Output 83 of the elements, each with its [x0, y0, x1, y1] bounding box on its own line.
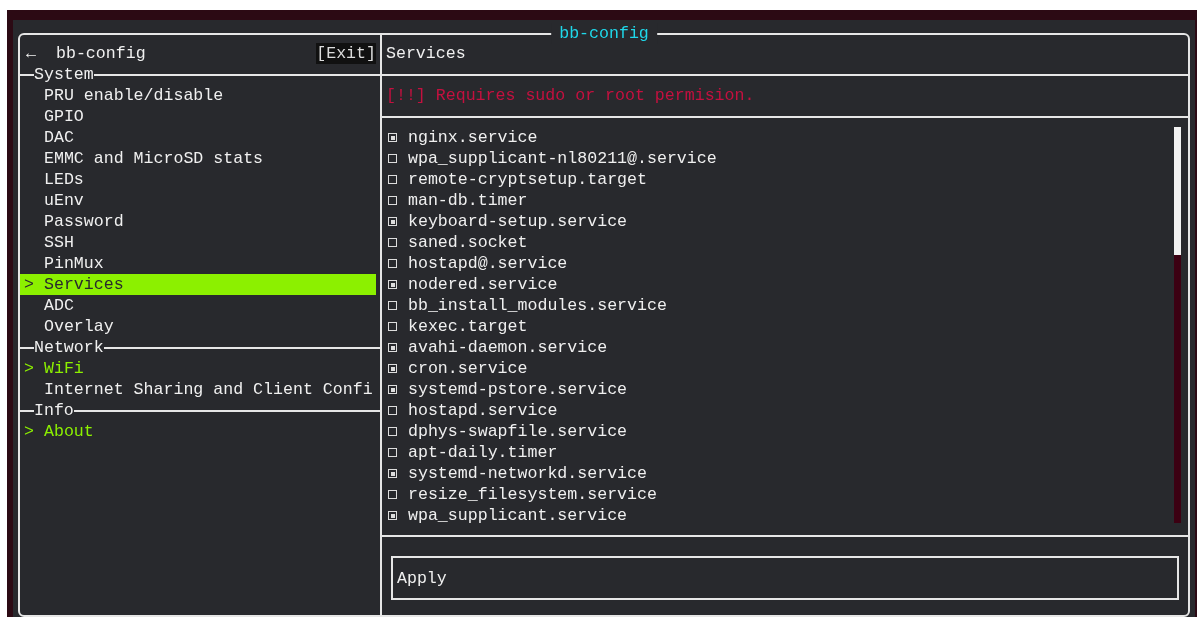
service-name: hostapd@.service — [408, 253, 568, 274]
menu-item[interactable]: DAC — [20, 127, 376, 148]
checkbox[interactable] — [388, 385, 397, 394]
service-name: wpa_supplicant.service — [408, 505, 628, 526]
group-heading: Info — [34, 400, 74, 421]
menu-item[interactable]: PinMux — [20, 253, 376, 274]
service-item[interactable]: hostapd@.service — [382, 253, 1188, 274]
checkbox[interactable] — [388, 154, 397, 163]
service-name: systemd-networkd.service — [408, 463, 647, 484]
service-name: systemd-pstore.service — [408, 379, 628, 400]
menu-item[interactable]: GPIO — [20, 106, 376, 127]
service-name: cron.service — [408, 358, 528, 379]
menu-item[interactable]: Internet Sharing and Client Confi — [20, 379, 376, 400]
service-name: resize_filesystem.service — [408, 484, 657, 505]
service-item[interactable]: cron.service — [382, 358, 1188, 379]
service-name: nodered.service — [408, 274, 558, 295]
service-item[interactable]: nginx.service — [382, 127, 1188, 148]
menu-item[interactable]: Password — [20, 211, 376, 232]
service-name: bb_install_modules.service — [408, 295, 667, 316]
group-heading: System — [34, 64, 94, 85]
menu-item[interactable]: > WiFi — [20, 358, 376, 379]
apply-button[interactable]: Apply — [391, 556, 1179, 600]
service-item[interactable]: systemd-pstore.service — [382, 379, 1188, 400]
service-name: wpa_supplicant-nl80211@.service — [408, 148, 717, 169]
service-item[interactable]: nodered.service — [382, 274, 1188, 295]
back-icon[interactable]: ← — [26, 43, 56, 64]
service-name: remote-cryptsetup.target — [408, 169, 647, 190]
service-item[interactable]: apt-daily.timer — [382, 442, 1188, 463]
menu-item[interactable]: Overlay — [20, 316, 376, 337]
checkbox[interactable] — [388, 322, 397, 331]
checkbox[interactable] — [388, 427, 397, 436]
menu-item[interactable]: > Services — [20, 274, 376, 295]
checkbox[interactable] — [388, 364, 397, 373]
checkbox[interactable] — [388, 238, 397, 247]
service-item[interactable]: bb_install_modules.service — [382, 295, 1188, 316]
menu-item[interactable]: SSH — [20, 232, 376, 253]
checkbox[interactable] — [388, 175, 397, 184]
service-item[interactable]: hostapd.service — [382, 400, 1188, 421]
service-item[interactable]: wpa_supplicant-nl80211@.service — [382, 148, 1188, 169]
checkbox[interactable] — [388, 196, 397, 205]
checkbox[interactable] — [388, 406, 397, 415]
service-item[interactable]: saned.socket — [382, 232, 1188, 253]
service-item[interactable]: dphys-swapfile.service — [382, 421, 1188, 442]
checkbox[interactable] — [388, 259, 397, 268]
menu-item[interactable]: > About — [20, 421, 376, 442]
service-name: dphys-swapfile.service — [408, 421, 628, 442]
checkbox[interactable] — [388, 280, 397, 289]
panel-title: Services — [385, 43, 467, 64]
group-heading: Network — [34, 337, 104, 358]
service-name: saned.socket — [408, 232, 528, 253]
checkbox[interactable] — [388, 469, 397, 478]
menu-item[interactable]: ADC — [20, 295, 376, 316]
service-name: apt-daily.timer — [408, 442, 558, 463]
warning-text: [!!] Requires sudo or root permision. — [385, 85, 756, 106]
service-item[interactable]: man-db.timer — [382, 190, 1188, 211]
service-name: keyboard-setup.service — [408, 211, 628, 232]
menu-item[interactable]: LEDs — [20, 169, 376, 190]
checkbox[interactable] — [388, 301, 397, 310]
service-item[interactable]: avahi-daemon.service — [382, 337, 1188, 358]
app-title: bb-config — [56, 43, 147, 64]
service-item[interactable]: systemd-networkd.service — [382, 463, 1188, 484]
checkbox[interactable] — [388, 343, 397, 352]
scrollbar[interactable] — [1174, 127, 1181, 523]
service-name: nginx.service — [408, 127, 538, 148]
service-item[interactable]: keyboard-setup.service — [382, 211, 1188, 232]
checkbox[interactable] — [388, 490, 397, 499]
service-item[interactable]: kexec.target — [382, 316, 1188, 337]
checkbox[interactable] — [388, 133, 397, 142]
menu-item[interactable]: uEnv — [20, 190, 376, 211]
checkbox[interactable] — [388, 448, 397, 457]
exit-button[interactable]: [Exit] — [316, 43, 376, 64]
window-title: bb-config — [551, 23, 657, 44]
menu-item[interactable]: EMMC and MicroSD stats — [20, 148, 376, 169]
service-item[interactable]: wpa_supplicant.service — [382, 505, 1188, 526]
service-item[interactable]: remote-cryptsetup.target — [382, 169, 1188, 190]
checkbox[interactable] — [388, 511, 397, 520]
service-item[interactable]: resize_filesystem.service — [382, 484, 1188, 505]
service-name: avahi-daemon.service — [408, 337, 608, 358]
menu-item[interactable]: PRU enable/disable — [20, 85, 376, 106]
service-name: kexec.target — [408, 316, 528, 337]
service-name: man-db.timer — [408, 190, 528, 211]
service-name: hostapd.service — [408, 400, 558, 421]
checkbox[interactable] — [388, 217, 397, 226]
